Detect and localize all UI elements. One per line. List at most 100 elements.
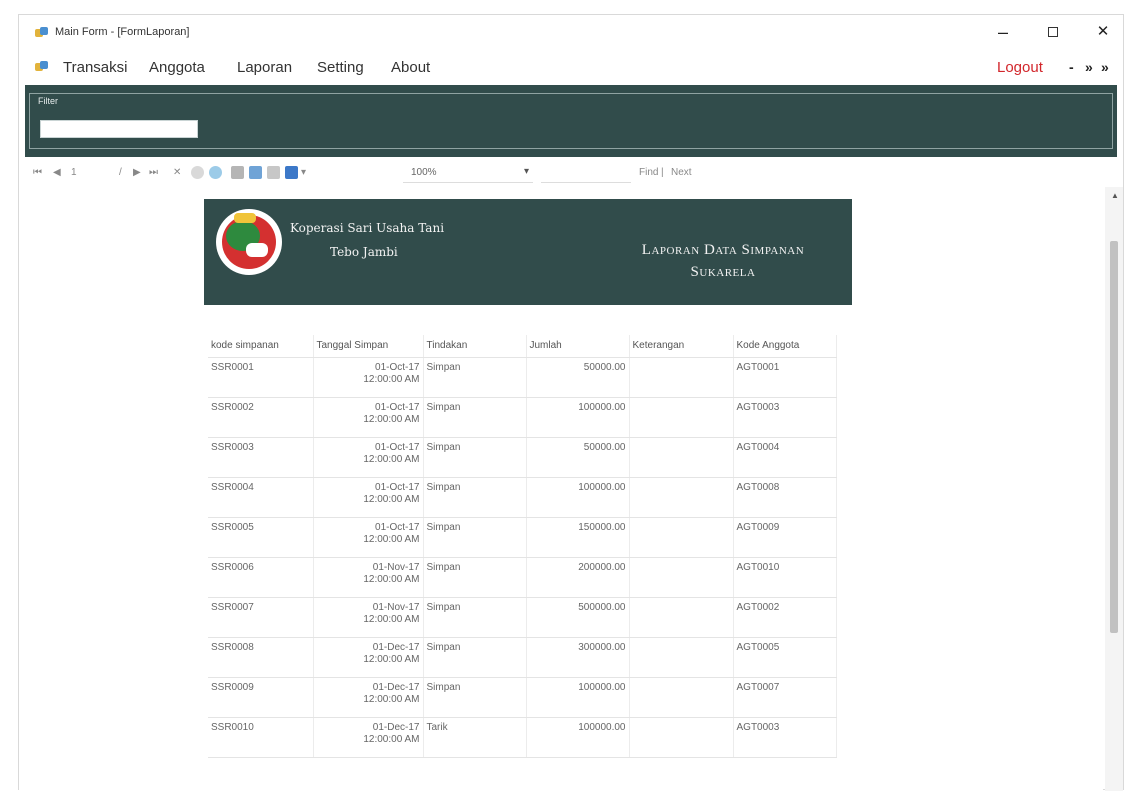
table-row: SSR0009 01-Dec-17 12:00:00 AM Simpan 100000.… [208, 677, 837, 718]
page-setup-icon[interactable] [267, 166, 280, 179]
cell-kode-anggota: AGT0005 [733, 637, 837, 678]
cell-tindakan: Tarik [423, 717, 527, 758]
cell-kode-anggota: AGT0009 [733, 517, 837, 558]
stop-button[interactable]: ✕ [173, 167, 181, 178]
cell-kode-anggota: AGT0002 [733, 597, 837, 638]
vertical-scrollbar[interactable]: ▲ [1105, 187, 1123, 791]
cell-jumlah: 150000.00 [526, 517, 630, 558]
cell-tanggal-simpan: 01-Oct-17 12:00:00 AM [313, 477, 424, 518]
menu-setting[interactable]: Setting [317, 59, 364, 76]
menu-bar: Transaksi Anggota Laporan Setting About … [19, 55, 1123, 81]
zoom-select[interactable]: 100% ▾ [403, 165, 533, 183]
chevron-down-icon: ▾ [523, 166, 529, 177]
cell-kode-simpanan: SSR0001 [208, 357, 314, 398]
find-input[interactable] [541, 165, 631, 183]
table-header-row: kode simpanan Tanggal Simpan Tindakan Ju… [208, 335, 837, 358]
table-row: SSR0005 01-Oct-17 12:00:00 AM Simpan 150000.… [208, 517, 837, 558]
date-value: 01-Dec-17 [372, 641, 420, 653]
time-value: 12:00:00 AM [363, 573, 420, 585]
export-dropdown-icon[interactable]: ▾ [301, 167, 306, 178]
savings-table: kode simpanan Tanggal Simpan Tindakan Ju… [208, 335, 837, 758]
cell-keterangan [629, 597, 734, 638]
menu-laporan[interactable]: Laporan [237, 59, 292, 76]
cell-jumlah: 50000.00 [526, 357, 630, 398]
cell-kode-simpanan: SSR0010 [208, 717, 314, 758]
time-value: 12:00:00 AM [363, 453, 420, 465]
cell-kode-anggota: AGT0010 [733, 557, 837, 598]
table-row: SSR0007 01-Nov-17 12:00:00 AM Simpan 500000.… [208, 597, 837, 638]
cell-tindakan: Simpan [423, 477, 527, 518]
cell-keterangan [629, 717, 734, 758]
zoom-value: 100% [411, 167, 437, 178]
cell-kode-simpanan: SSR0004 [208, 477, 314, 518]
date-value: 01-Oct-17 [375, 481, 420, 493]
mdi-child-icon [35, 61, 49, 73]
maximize-button[interactable] [1039, 21, 1067, 43]
time-value: 12:00:00 AM [363, 613, 420, 625]
date-value: 01-Oct-17 [375, 401, 420, 413]
next-page-button[interactable]: ▶ [133, 167, 141, 178]
find-link[interactable]: Find [639, 167, 658, 178]
cell-kode-anggota: AGT0003 [733, 397, 837, 438]
mdi-restore-button[interactable]: » [1085, 59, 1093, 75]
scrollbar-thumb[interactable] [1110, 241, 1118, 633]
find-separator: | [661, 167, 664, 178]
first-page-button[interactable]: ⏮ [33, 167, 42, 178]
cell-kode-simpanan: SSR0006 [208, 557, 314, 598]
time-value: 12:00:00 AM [363, 533, 420, 545]
mdi-minimize-button[interactable]: - [1069, 59, 1074, 75]
time-value: 12:00:00 AM [363, 493, 420, 505]
next-link[interactable]: Next [671, 167, 692, 178]
date-value: 01-Nov-17 [372, 601, 420, 613]
export-icon[interactable] [285, 166, 298, 179]
cell-kode-simpanan: SSR0009 [208, 677, 314, 718]
menu-anggota[interactable]: Anggota [149, 59, 205, 76]
cell-tindakan: Simpan [423, 677, 527, 718]
filter-input[interactable] [40, 120, 198, 138]
scroll-up-icon[interactable]: ▲ [1111, 191, 1119, 200]
cell-jumlah: 300000.00 [526, 637, 630, 678]
filter-panel: Filter [25, 85, 1117, 157]
org-city: Tebo Jambi [330, 245, 398, 259]
cell-keterangan [629, 637, 734, 678]
cell-kode-anggota: AGT0004 [733, 437, 837, 478]
cell-jumlah: 100000.00 [526, 677, 630, 718]
cell-keterangan [629, 437, 734, 478]
cell-tindakan: Simpan [423, 357, 527, 398]
mdi-close-button[interactable]: » [1101, 59, 1109, 75]
time-value: 12:00:00 AM [363, 733, 420, 745]
menu-about[interactable]: About [391, 59, 430, 76]
close-button[interactable]: ✕ [1089, 21, 1117, 43]
cell-keterangan [629, 397, 734, 438]
col-kode-simpanan: kode simpanan [208, 335, 314, 358]
report-title-line1: Laporan Data Simpanan [641, 242, 805, 258]
table-row: SSR0008 01-Dec-17 12:00:00 AM Simpan 300000.… [208, 637, 837, 678]
date-value: 01-Dec-17 [372, 721, 420, 733]
cell-tanggal-simpan: 01-Dec-17 12:00:00 AM [313, 717, 424, 758]
cooperative-logo [216, 209, 282, 275]
minimize-button[interactable]: – [989, 21, 1017, 43]
cell-kode-simpanan: SSR0002 [208, 397, 314, 438]
cell-tindakan: Simpan [423, 397, 527, 438]
print-layout-icon[interactable] [249, 166, 262, 179]
last-page-button[interactable]: ⏭ [149, 167, 158, 178]
print-icon[interactable] [231, 166, 244, 179]
logout-link[interactable]: Logout [997, 59, 1043, 76]
cell-keterangan [629, 557, 734, 598]
cell-tanggal-simpan: 01-Oct-17 12:00:00 AM [313, 397, 424, 438]
filter-legend: Filter [36, 96, 60, 106]
date-value: 01-Oct-17 [375, 361, 420, 373]
cell-kode-simpanan: SSR0007 [208, 597, 314, 638]
cell-jumlah: 100000.00 [526, 717, 630, 758]
cell-tanggal-simpan: 01-Nov-17 12:00:00 AM [313, 557, 424, 598]
report-title: Laporan Data Simpanan Sukarela [596, 239, 850, 283]
main-window: Main Form - [FormLaporan] – ✕ Transaksi … [18, 14, 1124, 791]
refresh-icon[interactable] [191, 166, 204, 179]
back-icon[interactable] [209, 166, 222, 179]
prev-page-button[interactable]: ◀ [53, 167, 61, 178]
time-value: 12:00:00 AM [363, 373, 420, 385]
menu-transaksi[interactable]: Transaksi [63, 59, 127, 76]
cell-keterangan [629, 677, 734, 718]
current-page[interactable]: 1 [71, 167, 77, 178]
cell-tanggal-simpan: 01-Oct-17 12:00:00 AM [313, 357, 424, 398]
